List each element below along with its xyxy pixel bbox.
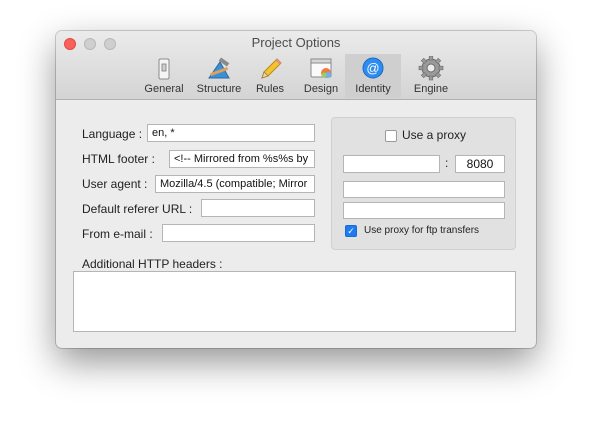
project-options-window: Project Options General Structure Rules … (56, 31, 536, 348)
proxy-box: Use a proxy : 8080 ✓ Use proxy for ftp t… (331, 117, 516, 250)
tab-identity[interactable]: @ Identity (345, 54, 401, 98)
user-agent-field[interactable]: Mozilla/4.5 (compatible; Mirror (155, 175, 315, 193)
html-footer-field[interactable]: <!-- Mirrored from %s%s by (169, 150, 315, 168)
svg-text:@: @ (366, 61, 379, 76)
at-sign-icon: @ (359, 56, 387, 82)
proxy-username-field[interactable] (343, 181, 505, 198)
proxy-port-field[interactable]: 8080 (455, 155, 505, 173)
tab-engine[interactable]: Engine (408, 54, 454, 98)
from-email-label: From e-mail : (82, 227, 153, 241)
design-window-icon (307, 56, 335, 82)
proxy-password-field[interactable] (343, 202, 505, 219)
language-label: Language : (82, 127, 143, 141)
use-proxy-checkbox[interactable] (385, 130, 397, 142)
proxy-host-field[interactable] (343, 155, 440, 173)
checkmark-icon: ✓ (347, 226, 355, 236)
window-title: Project Options (251, 35, 341, 50)
html-footer-label: HTML footer : (82, 152, 155, 166)
general-switch-icon (150, 56, 178, 82)
default-referer-field[interactable] (201, 199, 315, 217)
tab-design[interactable]: Design (299, 54, 343, 98)
proxy-port-separator: : (445, 156, 449, 170)
default-referer-label: Default referer URL : (82, 202, 193, 216)
tab-general[interactable]: General (144, 54, 184, 98)
use-proxy-label: Use a proxy (402, 128, 467, 142)
titlebar: Project Options General Structure Rules … (56, 31, 536, 100)
additional-headers-label: Additional HTTP headers : (82, 257, 223, 271)
tab-structure[interactable]: Structure (194, 54, 244, 98)
gear-icon (417, 55, 445, 82)
pencil-icon (256, 56, 284, 82)
ftp-proxy-label: Use proxy for ftp transfers (364, 225, 480, 236)
from-email-field[interactable] (162, 224, 315, 242)
additional-headers-textarea[interactable] (73, 271, 516, 332)
tab-rules[interactable]: Rules (251, 54, 289, 98)
user-agent-label: User agent : (82, 177, 148, 191)
ftp-proxy-checkbox[interactable]: ✓ (345, 225, 357, 237)
language-field[interactable]: en, * (147, 124, 315, 142)
structure-tools-icon (205, 56, 233, 82)
